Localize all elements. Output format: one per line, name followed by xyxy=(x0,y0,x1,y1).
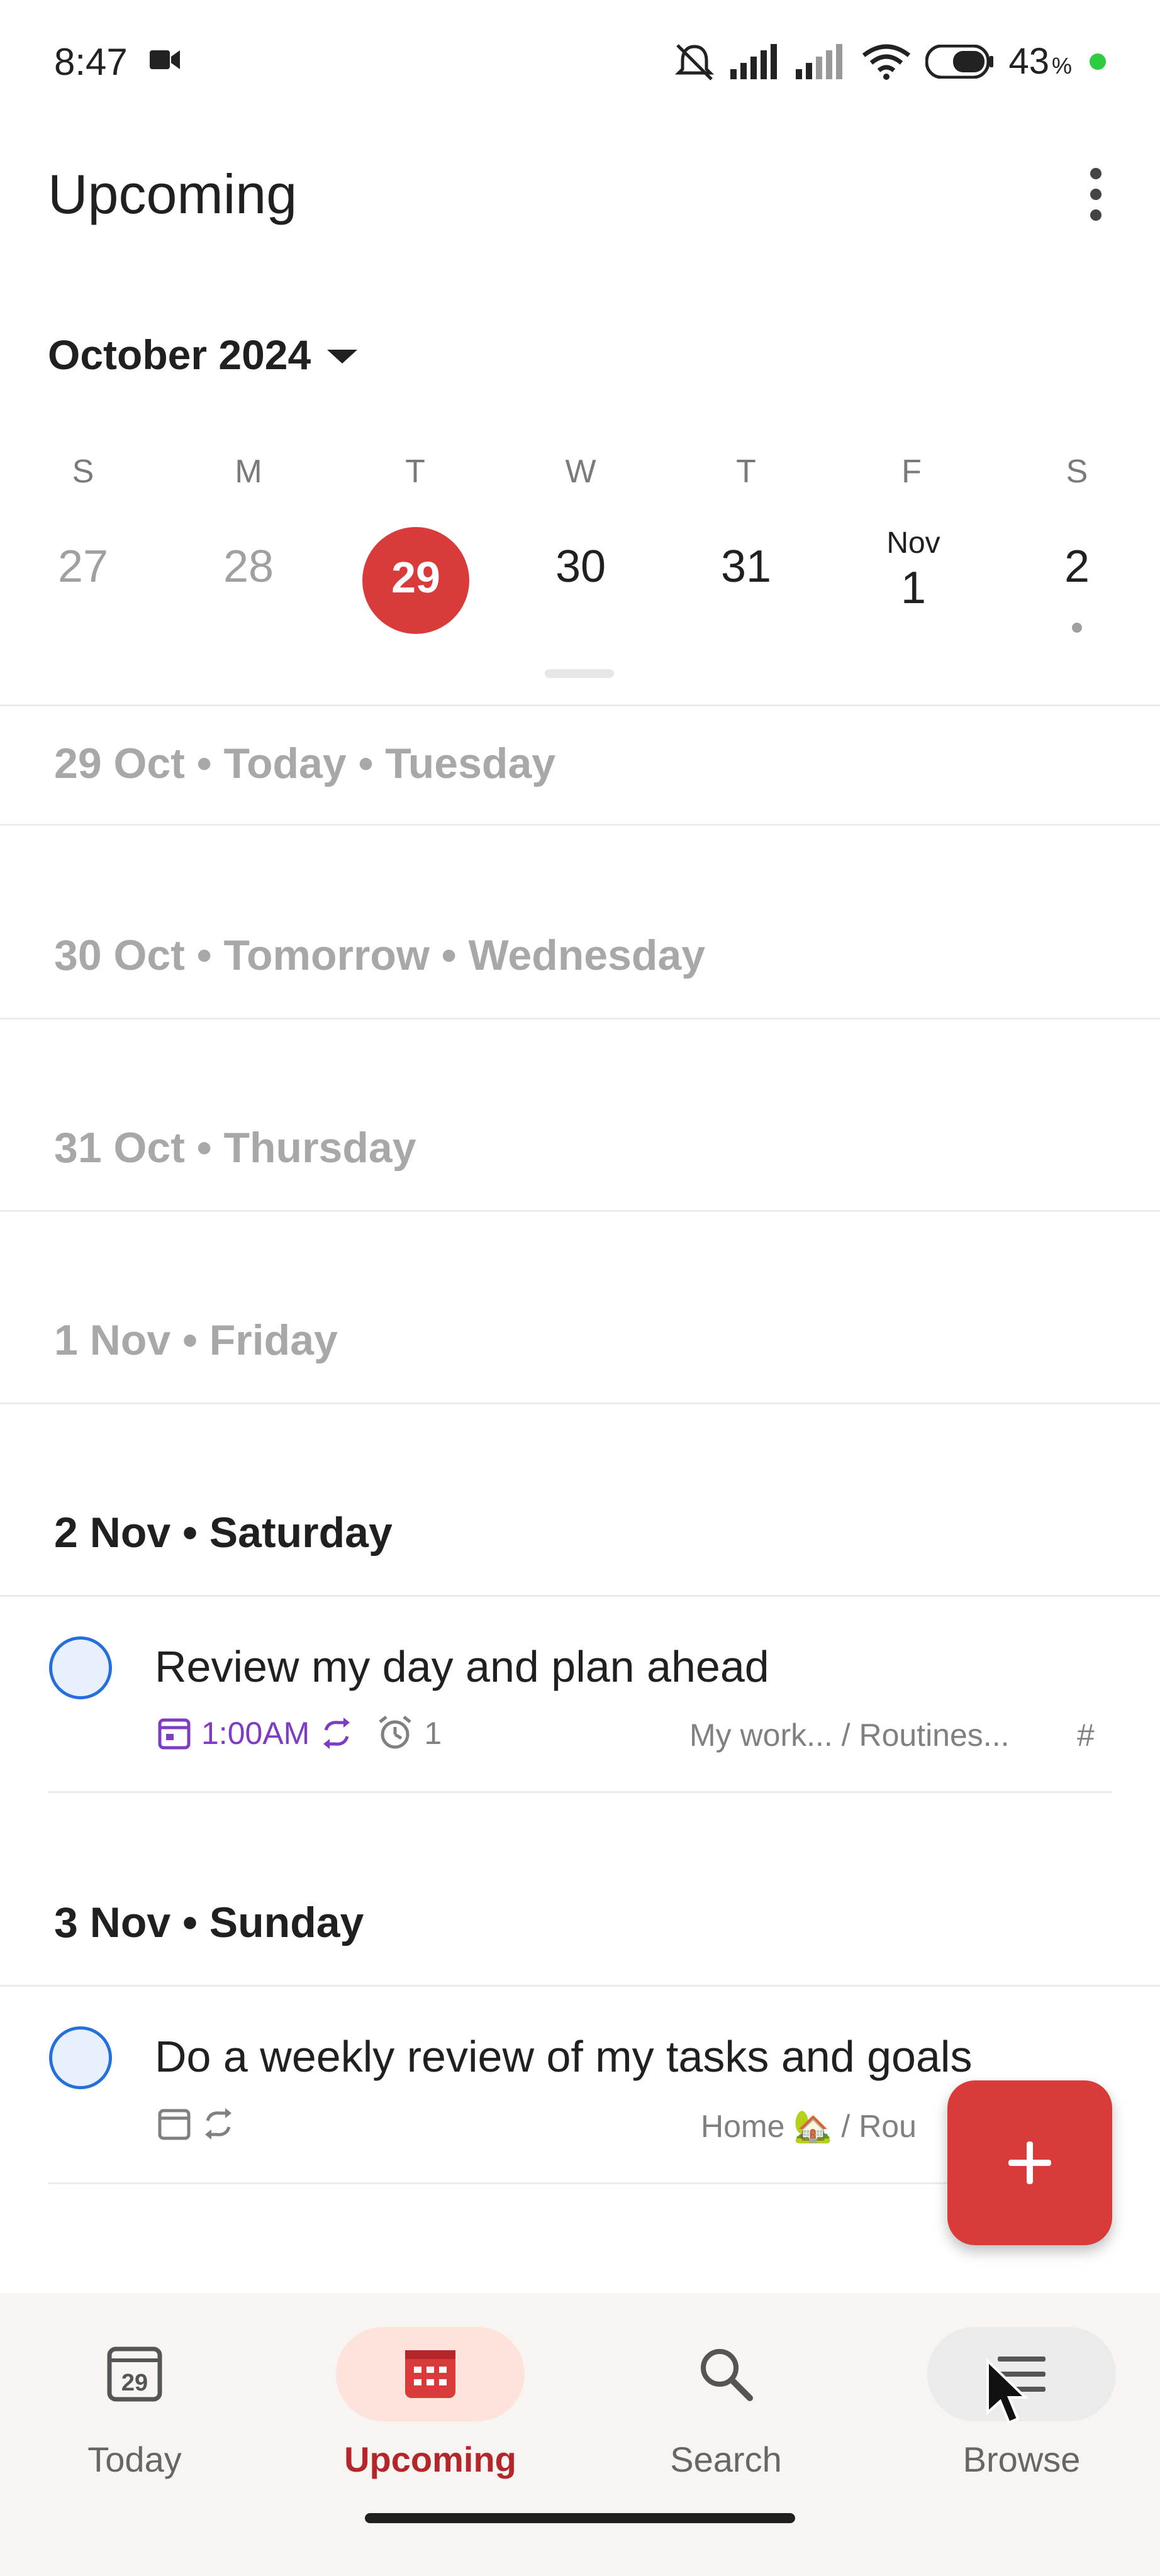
day-2[interactable]: 2 xyxy=(1027,541,1127,592)
day-1[interactable]: 1 xyxy=(863,562,964,614)
month-marker-nov: Nov xyxy=(886,526,940,560)
nav-label-search: Search xyxy=(670,2440,782,2479)
day-28[interactable]: 28 xyxy=(198,541,299,592)
section-header-30-oct: 30 Oct • Tomorrow • Wednesday xyxy=(54,931,706,979)
weekday-thu: T xyxy=(736,453,756,490)
weekday-mon: M xyxy=(235,453,262,490)
signal-1-icon xyxy=(730,43,778,79)
weekday-sat: S xyxy=(1066,453,1088,490)
plus-icon[interactable] xyxy=(947,2080,1112,2245)
calendar-icon xyxy=(158,2109,191,2140)
section-header-31-oct: 31 Oct • Thursday xyxy=(54,1124,416,1172)
caret-down-icon xyxy=(327,350,358,364)
home-indicator[interactable] xyxy=(365,2513,795,2523)
divider xyxy=(0,1595,1160,1597)
nav-label-browse: Browse xyxy=(962,2440,1081,2479)
section-header-1-nov: 1 Nov • Friday xyxy=(54,1316,338,1364)
recurring-icon xyxy=(205,2108,231,2140)
month-label: October 2024 xyxy=(48,331,311,378)
has-tasks-dot xyxy=(1072,623,1082,633)
section-header-29-oct: 29 Oct • Today • Tuesday xyxy=(54,740,556,787)
status-icons: 43 % xyxy=(672,40,1106,82)
today-calendar-icon: 29 xyxy=(107,2346,162,2402)
task-project-path: My work... / Routines... xyxy=(689,1718,1010,1753)
signal-2-icon xyxy=(796,43,843,79)
weekday-sun: S xyxy=(72,453,94,490)
today-icon-day: 29 xyxy=(121,2370,148,2396)
battery-percent-unit: % xyxy=(1051,52,1072,79)
more-options-icon[interactable] xyxy=(1082,167,1110,221)
divider xyxy=(0,1402,1160,1404)
divider xyxy=(48,1791,1112,1793)
recurring-icon xyxy=(323,1718,350,1749)
upcoming-calendar-icon xyxy=(405,2350,455,2398)
wifi-icon xyxy=(862,44,911,80)
nav-search[interactable]: Search xyxy=(581,2327,871,2480)
weekday-wed: W xyxy=(565,453,596,490)
mouse-cursor-icon xyxy=(986,2358,1029,2424)
divider xyxy=(0,1985,1160,1987)
day-29-today[interactable]: 29 xyxy=(362,552,469,602)
nav-label-upcoming: Upcoming xyxy=(344,2440,516,2479)
divider xyxy=(0,824,1160,826)
task-project-path: Home 🏡 / Rou xyxy=(701,2109,917,2144)
section-header-2-nov: 2 Nov • Saturday xyxy=(54,1509,393,1557)
privacy-indicator-dot xyxy=(1090,53,1106,70)
task-complete-checkbox[interactable] xyxy=(49,1636,112,1699)
day-27[interactable]: 27 xyxy=(33,541,133,592)
page-title: Upcoming xyxy=(48,163,298,225)
video-camera-icon xyxy=(150,50,180,69)
muted-bell-icon xyxy=(675,43,715,80)
day-30[interactable]: 30 xyxy=(530,541,631,592)
battery-percent: 43 xyxy=(1008,41,1049,82)
search-icon xyxy=(701,2349,753,2401)
month-selector[interactable]: October 2024 xyxy=(48,331,358,379)
nav-upcoming[interactable]: Upcoming xyxy=(286,2327,575,2480)
task-meta: 1:00AM 1 xyxy=(157,1714,442,1752)
task-title[interactable]: Do a weekly review of my tasks and goals xyxy=(155,2031,972,2082)
divider xyxy=(0,704,1160,706)
alarm-icon xyxy=(379,1716,411,1749)
weekday-tue: T xyxy=(405,453,425,490)
task-time: 1:00AM xyxy=(201,1716,310,1751)
weekday-fri: F xyxy=(901,453,922,490)
hash-icon: # xyxy=(1077,1718,1095,1753)
task-title[interactable]: Review my day and plan ahead xyxy=(155,1641,769,1692)
divider xyxy=(0,1210,1160,1212)
section-header-3-nov: 3 Nov • Sunday xyxy=(54,1899,364,1946)
calendar-icon xyxy=(158,1718,191,1750)
calendar-expand-handle[interactable] xyxy=(545,669,614,678)
nav-today[interactable]: 29 Today xyxy=(0,2327,279,2480)
task-complete-checkbox[interactable] xyxy=(49,2026,112,2089)
day-31[interactable]: 31 xyxy=(696,541,796,592)
task-meta xyxy=(157,2107,235,2141)
nav-label-today: Today xyxy=(87,2440,182,2479)
reminder-count: 1 xyxy=(424,1716,442,1751)
status-time: 8:47 xyxy=(54,41,128,83)
divider xyxy=(0,1018,1160,1019)
battery-icon xyxy=(925,44,994,79)
